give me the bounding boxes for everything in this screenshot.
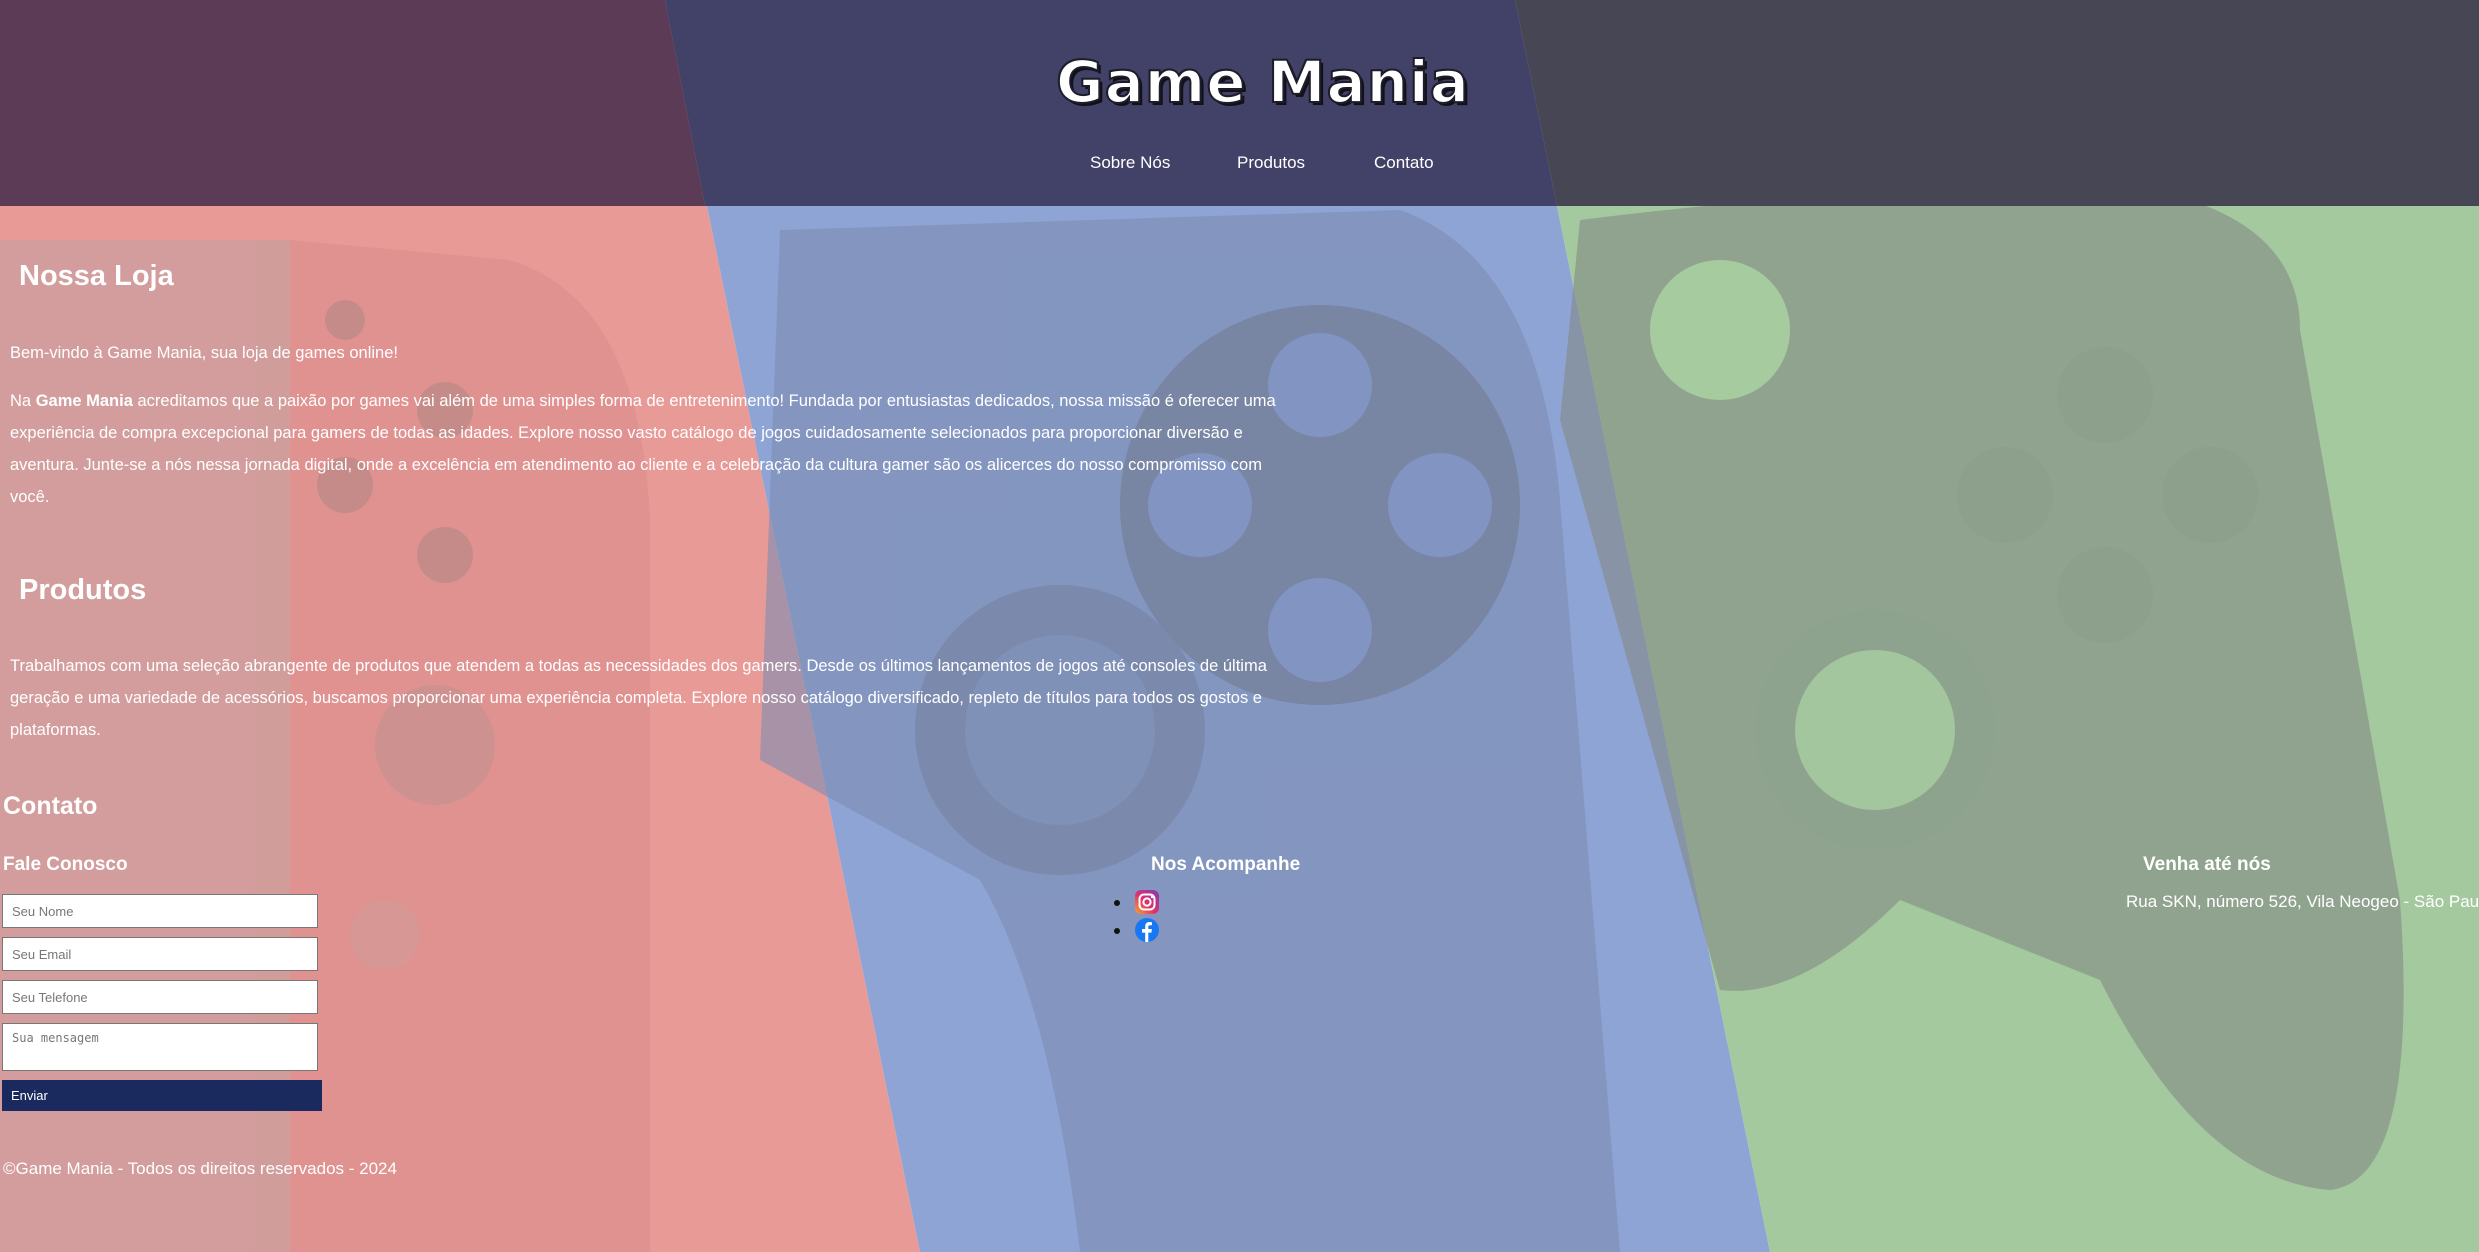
instagram-icon[interactable] — [1134, 889, 1160, 915]
loja-text-prefix: Na — [10, 392, 36, 410]
site-footer: ©Game Mania - Todos os direitos reservad… — [3, 1159, 397, 1178]
section-title-nossa-loja: Nossa Loja — [19, 260, 174, 292]
produtos-description: Trabalhamos com uma seleção abrangente d… — [10, 657, 1267, 739]
venha-ate-nos-title: Venha até nós — [2143, 854, 2271, 875]
site-logo[interactable]: Game Mania — [0, 47, 2479, 117]
phone-input[interactable] — [2, 980, 318, 1014]
store-address: Rua SKN, número 526, Vila Neogeo - São P… — [2126, 892, 2479, 911]
bullet-icon — [1114, 900, 1120, 906]
nos-acompanhe-title: Nos Acompanhe — [1151, 854, 1301, 875]
section-title-contato: Contato — [3, 792, 98, 820]
section-title-produtos: Produtos — [19, 574, 147, 606]
loja-description: Na Game Mania acreditamos que a paixão p… — [10, 385, 1280, 513]
facebook-icon[interactable] — [1134, 917, 1160, 943]
list-item-instagram — [1114, 889, 1159, 915]
nav-link-contato[interactable]: Contato — [1374, 153, 1434, 173]
fale-conosco-title: Fale Conosco — [3, 854, 128, 875]
email-input[interactable] — [2, 937, 318, 971]
message-textarea[interactable] — [2, 1023, 318, 1071]
loja-welcome-text: Bem-vindo à Game Mania, sua loja de game… — [10, 344, 398, 362]
nav-link-produtos[interactable]: Produtos — [1237, 153, 1305, 173]
nav-link-sobre-nos[interactable]: Sobre Nós — [1090, 153, 1170, 173]
send-button[interactable]: Enviar — [2, 1080, 322, 1111]
list-item-facebook — [1114, 917, 1159, 943]
name-input[interactable] — [2, 894, 318, 928]
loja-text-brand: Game Mania — [35, 392, 133, 410]
loja-text-rest: acreditamos que a paixão por games vai a… — [10, 392, 1276, 506]
bullet-icon — [1114, 928, 1120, 934]
site-header: Game Mania Sobre Nós Produtos Contato — [0, 0, 2479, 206]
main-content: Nossa Loja Bem-vindo à Game Mania, sua l… — [0, 206, 2479, 1252]
